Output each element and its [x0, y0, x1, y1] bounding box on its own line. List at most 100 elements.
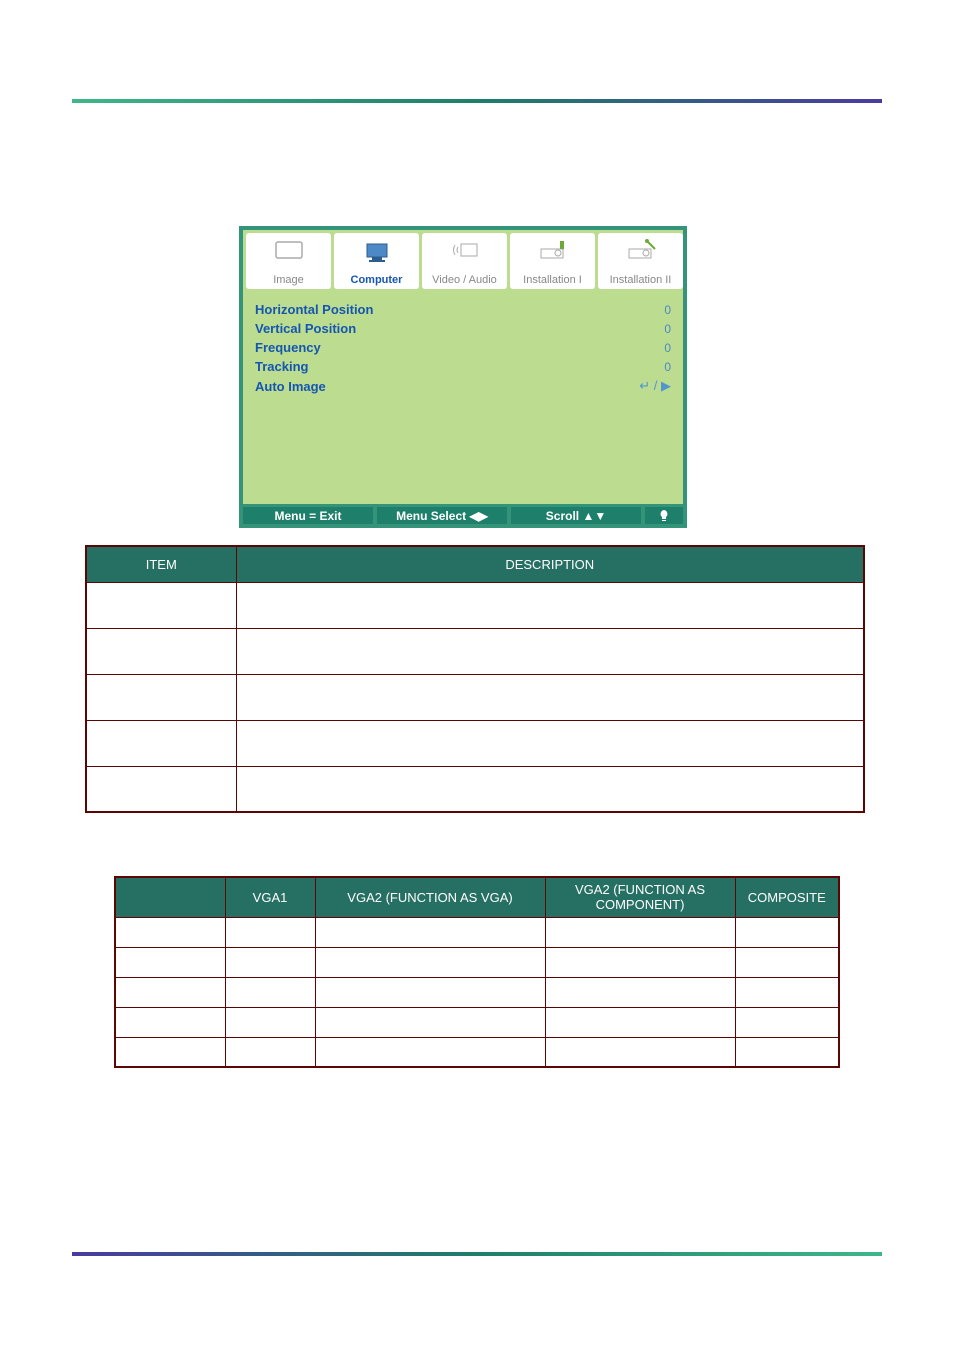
footer-scroll: Scroll ▲▼ — [511, 507, 641, 524]
enter-right-icon: ↵ / ▶ — [639, 378, 671, 394]
availability-cell: X — [545, 1007, 735, 1037]
availability-cell: X — [735, 1007, 839, 1037]
osd-row-label: Auto Image — [255, 379, 326, 394]
description-cell: Press the cursor ◄► button to adjust the… — [236, 720, 864, 766]
availability-cell: O — [315, 977, 545, 1007]
item-cell: Horizontal Position — [115, 917, 225, 947]
bulb-icon — [645, 507, 683, 524]
availability-cell: X — [735, 917, 839, 947]
text: Press the — [230, 174, 293, 190]
osd-body: Horizontal Position 0 Vertical Position … — [243, 292, 683, 504]
top-divider — [72, 99, 882, 103]
up-down-icon: ▲▼ — [526, 197, 552, 212]
availability-cell: X — [545, 977, 735, 1007]
item-cell: Frequency — [115, 977, 225, 1007]
availability-cell: X — [545, 947, 735, 977]
availability-cell: X — [545, 1037, 735, 1067]
menu-kw: MENU — [293, 174, 334, 190]
tab-installation-2[interactable]: Installation II — [598, 233, 683, 289]
osd-footer: Menu = Exit Menu Select ◀▶ Scroll ▲▼ — [243, 504, 683, 524]
col-composite: COMPOSITE — [735, 877, 839, 917]
left-right-icon: ◄► — [638, 175, 664, 190]
osd-kw: OSD — [455, 174, 485, 190]
table-header: ITEM DESCRIPTION — [86, 546, 864, 582]
tab-label: Video / Audio — [432, 274, 497, 286]
col-blank — [115, 877, 225, 917]
item-cell: Tracking — [115, 1007, 225, 1037]
item-cell: Auto Image — [86, 766, 236, 812]
computer-kw: Computer — [307, 196, 373, 212]
inputs-availability-table: VGA1 VGA2 (FUNCTION AS VGA) VGA2 (FUNCTI… — [114, 876, 840, 1068]
availability-cell: X — [735, 1037, 839, 1067]
description-cell: Press the cursor ◄► button to move the d… — [236, 582, 864, 628]
projector-wrench-icon — [623, 237, 659, 263]
tab-computer[interactable]: Computer — [334, 233, 419, 289]
page-number: – 25 – — [0, 1266, 954, 1280]
item-cell: Horizontal Position — [86, 582, 236, 628]
image-icon — [271, 237, 307, 263]
table-row: Vertical PositionOOXX — [115, 947, 839, 977]
text: button to open the — [334, 174, 455, 190]
availability-cell: X — [735, 947, 839, 977]
availability-cell: O — [225, 1037, 315, 1067]
osd-row-vpos[interactable]: Vertical Position 0 — [255, 319, 671, 338]
footer-exit: Menu = Exit — [243, 507, 373, 524]
osd-row-frequency[interactable]: Frequency 0 — [255, 338, 671, 357]
section-title: Computer Menu — [96, 137, 248, 160]
header-product-line: DLP Projector—User's Manual — [681, 76, 882, 92]
tab-video-audio[interactable]: Video / Audio — [422, 233, 507, 289]
osd-row-value: 0 — [664, 322, 671, 336]
computer-icon — [359, 237, 395, 263]
item-cell: Vertical Position — [86, 628, 236, 674]
projector-icon — [535, 237, 571, 263]
item-cell: Tracking — [86, 720, 236, 766]
osd-row-value: 0 — [664, 303, 671, 317]
table-row: FrequencyPress the cursor ◄► button to a… — [86, 674, 864, 720]
tab-label: Installation I — [523, 274, 582, 286]
tab-image[interactable]: Image — [246, 233, 331, 289]
osd-row-tracking[interactable]: Tracking 0 — [255, 357, 671, 376]
description-cell: Press ► button to auto adjust phase, tra… — [236, 766, 864, 812]
text: menu. Press the cursor — [373, 196, 526, 212]
table-row: TrackingOOXX — [115, 1007, 839, 1037]
availability-cell: X — [545, 917, 735, 947]
availability-cell: O — [315, 947, 545, 977]
table-header: VGA1 VGA2 (FUNCTION AS VGA) VGA2 (FUNCTI… — [115, 877, 839, 917]
availability-cell: O — [315, 1037, 545, 1067]
col-description: DESCRIPTION — [236, 546, 864, 582]
item-cell: Vertical Position — [115, 947, 225, 977]
table-row: Vertical PositionPress the cursor ◄► but… — [86, 628, 864, 674]
osd-row-label: Horizontal Position — [255, 302, 373, 317]
osd-row-label: Frequency — [255, 340, 321, 355]
tab-label: Image — [273, 274, 304, 286]
tab-label: Installation II — [610, 274, 672, 286]
bottom-divider — [72, 1252, 882, 1256]
table-row: Horizontal PositionPress the cursor ◄► b… — [86, 582, 864, 628]
description-table: ITEM DESCRIPTION Horizontal PositionPres… — [85, 545, 865, 813]
table-row: Auto ImageOOXX — [115, 1037, 839, 1067]
availability-cell: O — [225, 1007, 315, 1037]
osd-row-value: 0 — [664, 360, 671, 374]
availability-cell: O — [225, 917, 315, 947]
description-cell: Press the cursor ◄► button to move the d… — [236, 628, 864, 674]
availability-cell: O — [225, 947, 315, 977]
osd-row-value: 0 — [664, 341, 671, 355]
osd-row-label: Vertical Position — [255, 321, 356, 336]
osd-row-label: Tracking — [255, 359, 308, 374]
osd-row-hpos[interactable]: Horizontal Position 0 — [255, 300, 671, 319]
table-row: TrackingPress the cursor ◄► button to ad… — [86, 720, 864, 766]
table-row: FrequencyOOXX — [115, 977, 839, 1007]
col-item: ITEM — [86, 546, 236, 582]
availability-cell: O — [315, 917, 545, 947]
availability-cell: O — [225, 977, 315, 1007]
inputs-caption: Computer menu functions are available fo… — [114, 850, 674, 865]
col-vga2-component: VGA2 (FUNCTION AS COMPONENT) — [545, 877, 735, 917]
tab-installation-1[interactable]: Installation I — [510, 233, 595, 289]
col-vga2-vga: VGA2 (FUNCTION AS VGA) — [315, 877, 545, 917]
video-audio-icon — [447, 237, 483, 263]
footer-select: Menu Select ◀▶ — [377, 507, 507, 524]
availability-cell: O — [315, 1007, 545, 1037]
item-cell: Frequency — [86, 674, 236, 720]
osd-row-auto-image[interactable]: Auto Image ↵ / ▶ — [255, 376, 671, 396]
tab-label: Computer — [351, 274, 403, 286]
